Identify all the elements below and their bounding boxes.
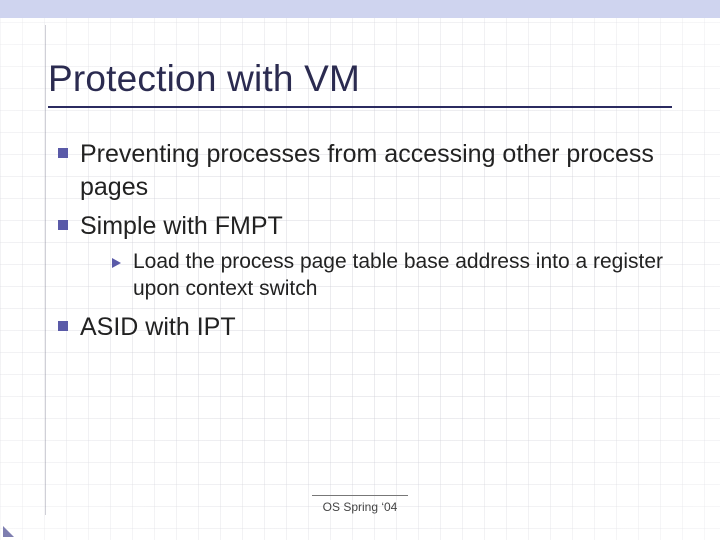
title-underline	[48, 106, 672, 108]
square-bullet-icon	[58, 148, 68, 158]
slide-title: Protection with VM	[48, 58, 672, 100]
bullet-list: Preventing processes from accessing othe…	[48, 138, 672, 344]
footer-text: OS Spring ‘04	[0, 500, 720, 514]
bullet-level1: Preventing processes from accessing othe…	[58, 138, 672, 204]
bullet-level1: Simple with FMPT	[58, 210, 672, 243]
footer-rule	[312, 495, 408, 496]
bullet-level1: ASID with IPT	[58, 311, 672, 344]
corner-decoration-icon	[3, 526, 14, 537]
square-bullet-icon	[58, 321, 68, 331]
bullet-text: ASID with IPT	[80, 311, 236, 344]
square-bullet-icon	[58, 220, 68, 230]
bullet-level2: Load the process page table base address…	[112, 249, 672, 303]
bullet-text: Load the process page table base address…	[133, 249, 672, 303]
bullet-text: Preventing processes from accessing othe…	[80, 138, 672, 204]
triangle-bullet-icon	[112, 258, 121, 268]
slide-footer: OS Spring ‘04	[0, 495, 720, 514]
bullet-text: Simple with FMPT	[80, 210, 283, 243]
slide-content: Protection with VM Preventing processes …	[0, 0, 720, 540]
